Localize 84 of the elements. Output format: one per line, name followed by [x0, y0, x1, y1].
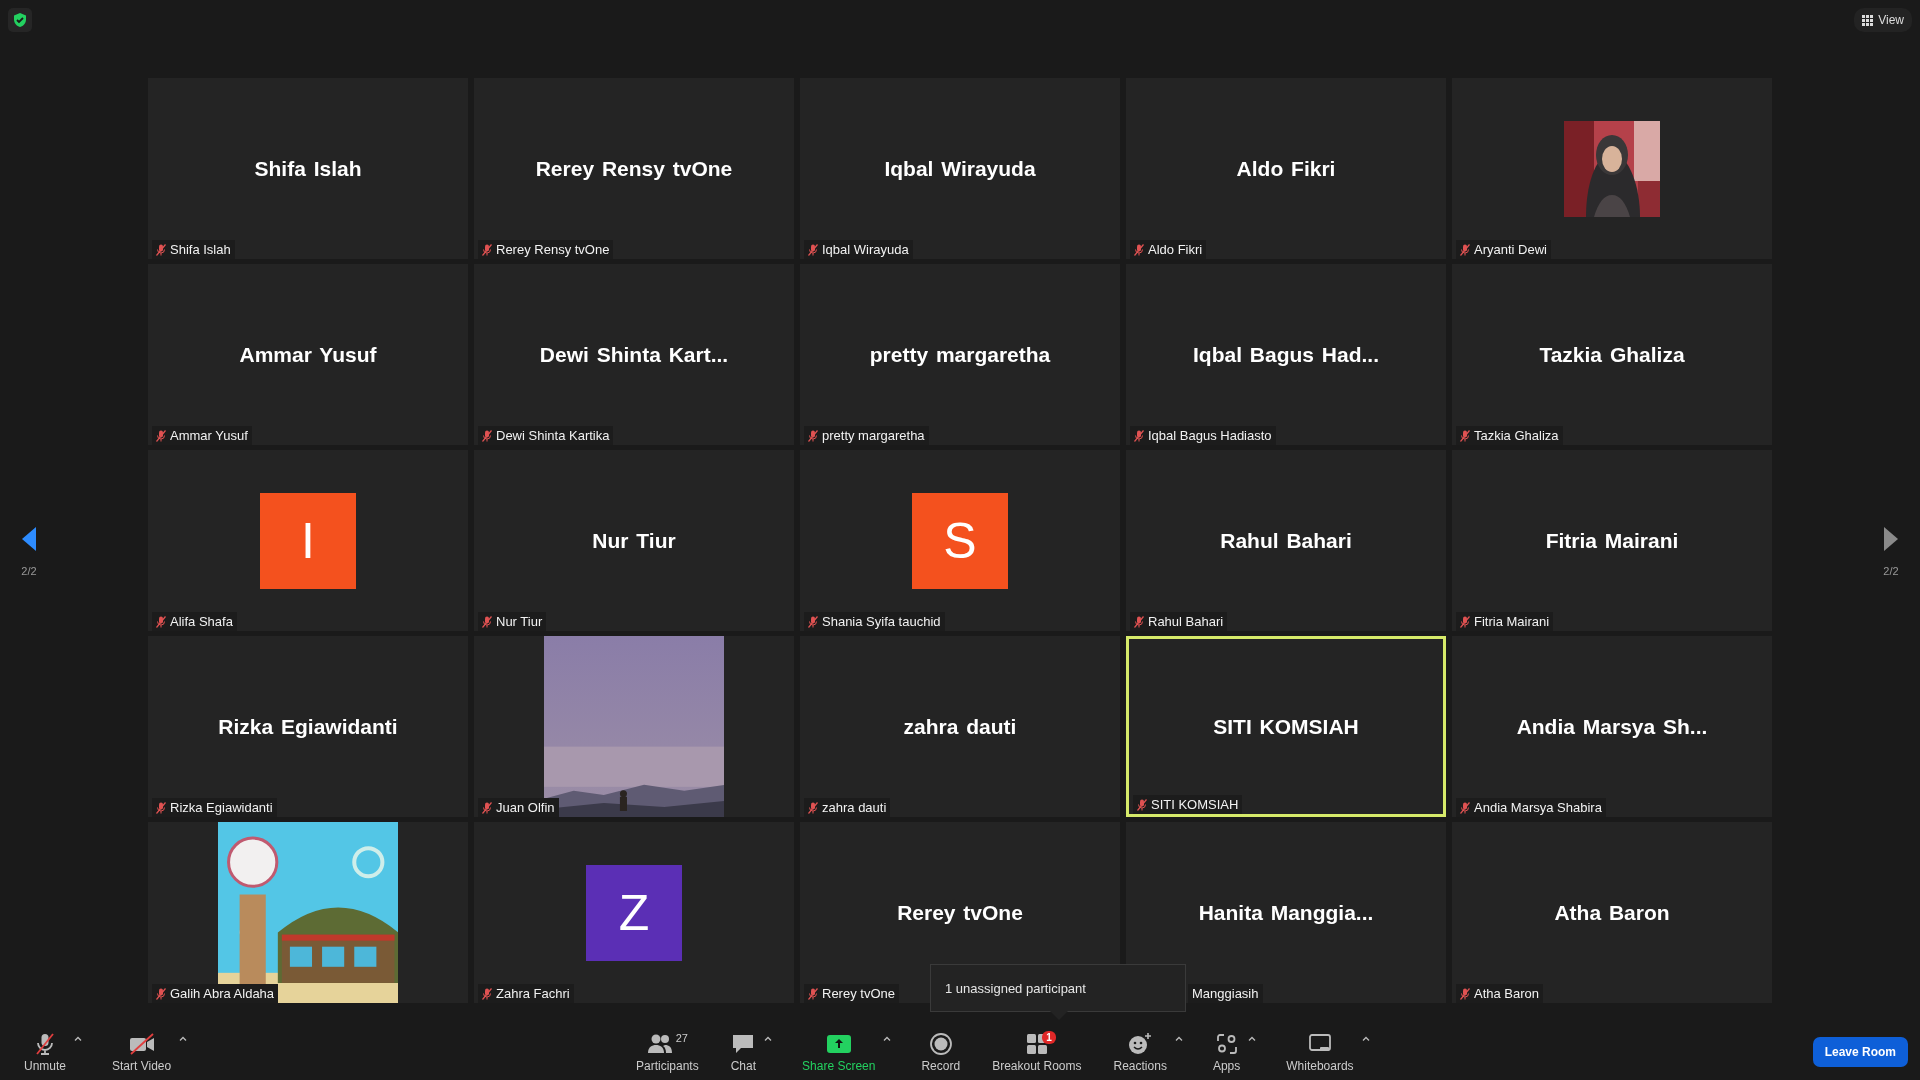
- caret-icon: [179, 1035, 188, 1041]
- people-icon: [646, 1032, 673, 1055]
- participant-name: Juan Olfin: [496, 800, 555, 815]
- record-icon: [929, 1032, 952, 1055]
- participant-name: Rerey tvOne: [822, 986, 895, 1001]
- share-screen-button[interactable]: Share Screen: [798, 1029, 880, 1075]
- participants-button[interactable]: 27 Participants: [632, 1029, 703, 1075]
- participant-name: Aryanti Dewi: [1474, 242, 1547, 257]
- participant-display-name: Shifa Islah: [254, 156, 362, 181]
- participant-name: Galih Abra Aldaha: [170, 986, 275, 1001]
- record-button[interactable]: Record: [917, 1029, 965, 1075]
- participant-name: Ammar Yusuf: [170, 428, 248, 443]
- caret-icon: [764, 1035, 773, 1041]
- previous-page-button[interactable]: [20, 524, 38, 553]
- participant-display-name: zahra dauti: [903, 714, 1017, 739]
- whiteboards-button[interactable]: Whiteboards: [1282, 1029, 1358, 1075]
- participant-name: Nur Tiur: [496, 614, 543, 629]
- security-shield-icon[interactable]: [8, 8, 32, 32]
- participant-name: Atha Baron: [1474, 986, 1540, 1001]
- participant-name: Aldo Fikri: [1148, 242, 1203, 257]
- tooltip-text: 1 unassigned participant: [945, 980, 1086, 996]
- participant-name: Shifa Islah: [170, 242, 231, 257]
- next-page-button[interactable]: [1882, 524, 1900, 553]
- apps-icon: [1215, 1032, 1238, 1055]
- avatar-initial: S: [912, 492, 1008, 589]
- reactions-button[interactable]: Reactions: [1109, 1029, 1171, 1075]
- participant-display-name: Ammar Yusuf: [239, 342, 377, 367]
- participant-name: Rerey Rensy tvOne: [496, 242, 610, 257]
- participant-name: Fitria Mairani: [1474, 614, 1550, 629]
- participant-display-name: Rerey Rensy tvOne: [535, 156, 733, 181]
- participant-display-name: Hanita Manggia...: [1198, 900, 1374, 925]
- participant-name: Dewi Shinta Kartika: [496, 428, 610, 443]
- participant-name: Iqbal Bagus Hadiasto: [1148, 428, 1272, 443]
- participant-display-name: Dewi Shinta Kart...: [539, 342, 729, 367]
- smiley-plus-icon: [1128, 1031, 1153, 1056]
- participant-name: Zahra Fachri: [496, 986, 570, 1001]
- chat-button[interactable]: Chat: [726, 1029, 761, 1075]
- page-indicator: 2/2: [1882, 564, 1900, 577]
- participant-display-name: Andia Marsya Sh...: [1516, 714, 1708, 739]
- participant-display-name: Rahul Bahari: [1220, 528, 1352, 553]
- muted-microphone-icon: [33, 1031, 57, 1056]
- page-indicator: 2/2: [20, 564, 38, 577]
- participant-display-name: pretty margaretha: [869, 342, 1051, 367]
- leave-room-button[interactable]: Leave Room: [1812, 1037, 1908, 1067]
- breakout-rooms-button[interactable]: 1 Breakout Rooms: [988, 1029, 1086, 1075]
- participant-name: SITI KOMSIAH: [1151, 797, 1239, 812]
- participant-name: Iqbal Wirayuda: [822, 242, 909, 257]
- participant-name: zahra dauti: [822, 800, 887, 815]
- video-off-icon: [127, 1031, 156, 1056]
- avatar-initial: I: [260, 492, 356, 589]
- caret-icon: [883, 1035, 892, 1041]
- participant-name: Andia Marsya Shabira: [1474, 800, 1602, 815]
- avatar-initial: Z: [586, 864, 682, 961]
- chat-bubble-icon: [731, 1032, 756, 1055]
- participant-name: Rahul Bahari: [1148, 614, 1224, 629]
- participant-display-name: Iqbal Bagus Had...: [1193, 342, 1379, 367]
- participant-name: Shania Syifa tauchid: [822, 614, 941, 629]
- left-arrow-icon: [20, 524, 38, 553]
- participant-display-name: Rerey tvOne: [897, 900, 1023, 925]
- grid-icon: [1862, 14, 1874, 26]
- participant-name: Tazkia Ghaliza: [1474, 428, 1559, 443]
- right-arrow-icon: [1882, 524, 1900, 553]
- participant-display-name: Fitria Mairani: [1545, 528, 1679, 553]
- participant-display-name: Atha Baron: [1554, 900, 1670, 925]
- participant-display-name: Aldo Fikri: [1236, 156, 1336, 181]
- participant-name: Manggiasih: [1192, 986, 1259, 1001]
- caret-icon: [1248, 1035, 1257, 1041]
- participant-name: Alifa Shafa: [170, 614, 233, 629]
- caret-icon: [74, 1035, 83, 1041]
- apps-button[interactable]: Apps: [1208, 1029, 1245, 1075]
- four-squares-icon: [1025, 1032, 1048, 1055]
- participant-display-name: Nur Tiur: [592, 528, 676, 553]
- participant-display-name: Rizka Egiawidanti: [218, 714, 398, 739]
- participant-display-name: Iqbal Wirayuda: [884, 156, 1036, 181]
- view-button[interactable]: View: [1854, 8, 1912, 32]
- caret-icon: [1174, 1035, 1183, 1041]
- caret-icon: [1361, 1035, 1370, 1041]
- participant-display-name: Tazkia Ghaliza: [1539, 342, 1685, 367]
- participant-display-name: SITI KOMSIAH: [1213, 714, 1359, 739]
- notification-badge: 1: [1042, 1030, 1056, 1044]
- participant-name: Rizka Egiawidanti: [170, 800, 273, 815]
- video-button[interactable]: Start Video: [108, 1029, 176, 1075]
- microphone-button[interactable]: Unmute: [20, 1029, 71, 1075]
- participant-name: pretty margaretha: [822, 428, 925, 443]
